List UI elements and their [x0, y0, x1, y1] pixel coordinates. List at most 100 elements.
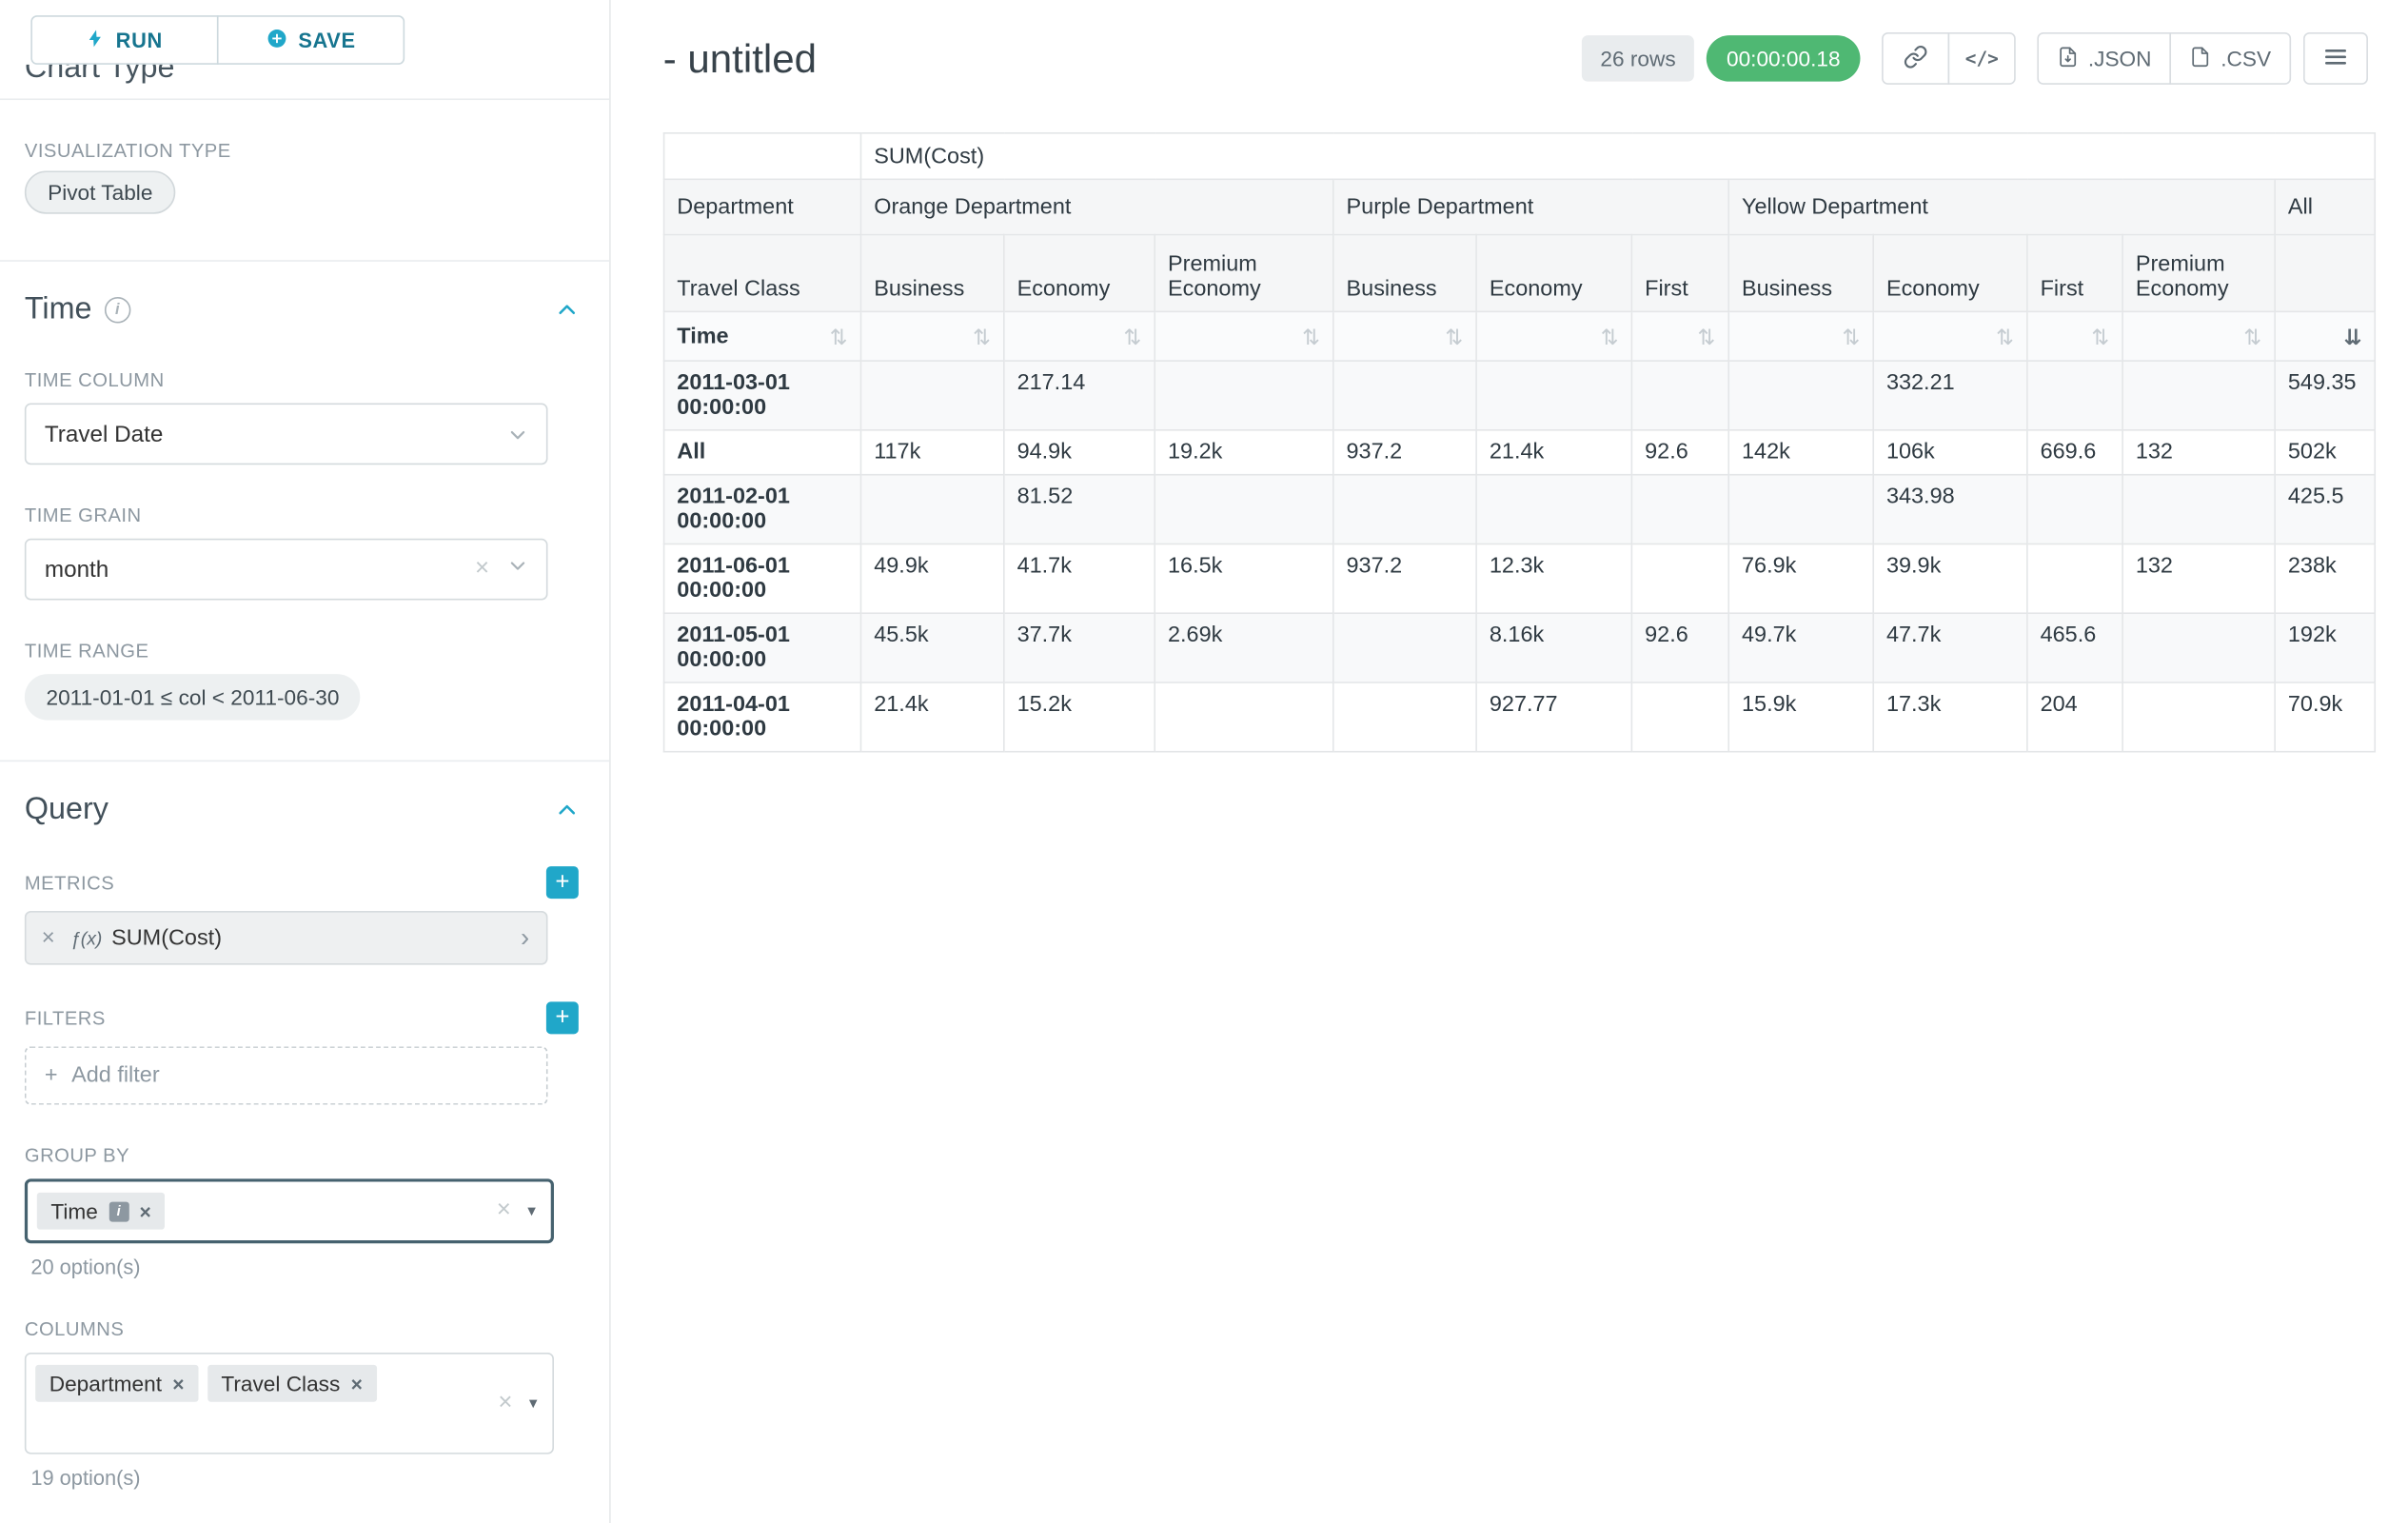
- file-download-icon: [2058, 46, 2080, 71]
- value-cell: [2027, 361, 2122, 430]
- value-cell: [1476, 475, 1631, 544]
- value-cell: 70.9k: [2275, 682, 2375, 752]
- value-cell: 937.2: [1333, 430, 1476, 475]
- time-column-select[interactable]: Travel Date: [25, 404, 548, 465]
- export-csv-label: .CSV: [2220, 46, 2271, 70]
- value-cell: 92.6: [1631, 430, 1728, 475]
- clear-icon[interactable]: ×: [497, 1197, 511, 1225]
- travel-class-header: Business: [860, 235, 1003, 312]
- export-json-button[interactable]: .JSON: [2038, 32, 2172, 85]
- value-cell: 19.2k: [1155, 430, 1333, 475]
- add-metric-button[interactable]: +: [546, 866, 579, 899]
- value-cell: 502k: [2275, 430, 2375, 475]
- department-group-header: All: [2275, 179, 2375, 234]
- column-sort-header[interactable]: ⇊: [2275, 311, 2375, 361]
- info-icon: i: [109, 1201, 128, 1221]
- sort-icon[interactable]: ⇅: [973, 326, 991, 347]
- hamburger-menu-icon: [2323, 44, 2348, 73]
- caret-down-icon[interactable]: ▼: [524, 1203, 538, 1218]
- time-range-pill[interactable]: 2011-01-01 ≤ col < 2011-06-30: [25, 674, 361, 720]
- bolt-icon: [87, 27, 105, 52]
- sort-icon[interactable]: ⇅: [1124, 326, 1142, 347]
- visualization-type-label: VISUALIZATION TYPE: [25, 140, 609, 162]
- action-button-row: RUN SAVE: [30, 15, 609, 65]
- column-sort-header[interactable]: ⇅: [1476, 311, 1631, 361]
- department-group-header: Yellow Department: [1728, 179, 2275, 234]
- value-cell: 39.9k: [1873, 544, 2027, 613]
- travel-class-header: Economy: [1476, 235, 1631, 312]
- caret-right-icon[interactable]: ›: [503, 922, 546, 953]
- save-button[interactable]: SAVE: [217, 15, 405, 65]
- value-cell: 192k: [2275, 613, 2375, 682]
- collapse-chevron-up-icon[interactable]: [556, 798, 579, 821]
- add-filter-dropzone[interactable]: + Add filter: [25, 1046, 548, 1104]
- column-sort-header[interactable]: ⇅: [1728, 311, 1873, 361]
- value-cell: 132: [2122, 430, 2275, 475]
- travel-class-header: First: [2027, 235, 2122, 312]
- embed-code-button[interactable]: </>: [1948, 32, 2016, 85]
- columns-select[interactable]: Department×Travel Class× × ▼: [25, 1353, 554, 1454]
- value-cell: [1333, 682, 1476, 752]
- column-sort-header[interactable]: ⇅: [1333, 311, 1476, 361]
- sort-icon[interactable]: ⇅: [1996, 326, 2014, 347]
- value-cell: 12.3k: [1476, 544, 1631, 613]
- value-cell: 17.3k: [1873, 682, 2027, 752]
- column-sort-header[interactable]: ⇅: [2122, 311, 2275, 361]
- column-sort-header[interactable]: ⇅: [1155, 311, 1333, 361]
- groupby-pills: Timei×: [37, 1188, 174, 1234]
- pivot-row: 2011-02-01 00:00:0081.52343.98425.5: [664, 475, 2376, 544]
- sort-icon[interactable]: ⇅: [1842, 326, 1860, 347]
- visualization-type-pill[interactable]: Pivot Table: [25, 170, 176, 213]
- share-button-group: </>: [1882, 32, 2016, 85]
- columns-tag[interactable]: Travel Class×: [207, 1365, 377, 1402]
- sort-icon[interactable]: ⇅: [1302, 326, 1320, 347]
- time-section-title: Time: [25, 291, 92, 326]
- select-icons: × ▼: [498, 1390, 540, 1417]
- row-label-cell: 2011-04-01 00:00:00: [664, 682, 861, 752]
- column-sort-header[interactable]: ⇅: [1873, 311, 2027, 361]
- more-options-button[interactable]: [2303, 32, 2368, 85]
- travel-class-header: [2275, 235, 2375, 312]
- column-sort-header[interactable]: ⇅: [1631, 311, 1728, 361]
- caret-down-icon[interactable]: ▼: [526, 1395, 540, 1411]
- clear-icon[interactable]: ×: [498, 1390, 512, 1417]
- column-sort-header[interactable]: ⇅: [2027, 311, 2122, 361]
- sort-icon[interactable]: ⇅: [1698, 326, 1716, 347]
- row-count-badge: 26 rows: [1582, 35, 1694, 81]
- collapse-chevron-up-icon[interactable]: [556, 298, 579, 321]
- value-cell: 37.7k: [1004, 613, 1155, 682]
- remove-metric-icon[interactable]: ×: [26, 925, 70, 951]
- sort-icon[interactable]: ⇅: [830, 326, 848, 347]
- pivot-corner-cell: [664, 133, 861, 179]
- value-cell: [2027, 475, 2122, 544]
- columns-tag[interactable]: Department×: [35, 1365, 198, 1402]
- sort-desc-active-icon[interactable]: ⇊: [2344, 326, 2362, 347]
- clear-icon[interactable]: ×: [475, 556, 489, 583]
- group-by-select[interactable]: Timei× × ▼: [25, 1178, 554, 1243]
- sort-icon[interactable]: ⇅: [1601, 326, 1619, 347]
- column-sort-header[interactable]: ⇅: [1004, 311, 1155, 361]
- sort-icon[interactable]: ⇅: [2243, 326, 2261, 347]
- sort-icon[interactable]: ⇅: [2091, 326, 2109, 347]
- export-csv-button[interactable]: .CSV: [2170, 32, 2291, 85]
- chevron-down-icon: [507, 424, 527, 444]
- metrics-label: METRICS: [25, 872, 114, 894]
- time-grain-select[interactable]: month ×: [25, 539, 548, 601]
- export-button-group: .JSON .CSV: [2038, 32, 2292, 85]
- groupby-tag[interactable]: Timei×: [37, 1193, 165, 1230]
- group-by-label: GROUP BY: [25, 1145, 609, 1167]
- remove-tag-icon[interactable]: ×: [172, 1372, 184, 1394]
- filters-label: FILTERS: [25, 1007, 106, 1029]
- remove-tag-icon[interactable]: ×: [351, 1372, 363, 1394]
- value-cell: 117k: [860, 430, 1003, 475]
- sort-icon[interactable]: ⇅: [1445, 326, 1463, 347]
- metric-item[interactable]: × ƒ(x) SUM(Cost) ›: [25, 911, 548, 965]
- column-sort-header[interactable]: ⇅: [860, 311, 1003, 361]
- remove-tag-icon[interactable]: ×: [139, 1199, 150, 1222]
- add-filter-button[interactable]: +: [546, 1001, 579, 1034]
- run-button[interactable]: RUN: [30, 15, 218, 65]
- copy-link-button[interactable]: [1882, 32, 1949, 85]
- add-filter-label: Add filter: [71, 1063, 160, 1088]
- select-icons: × ▼: [497, 1197, 539, 1225]
- time-sort-header[interactable]: Time⇅: [664, 311, 861, 361]
